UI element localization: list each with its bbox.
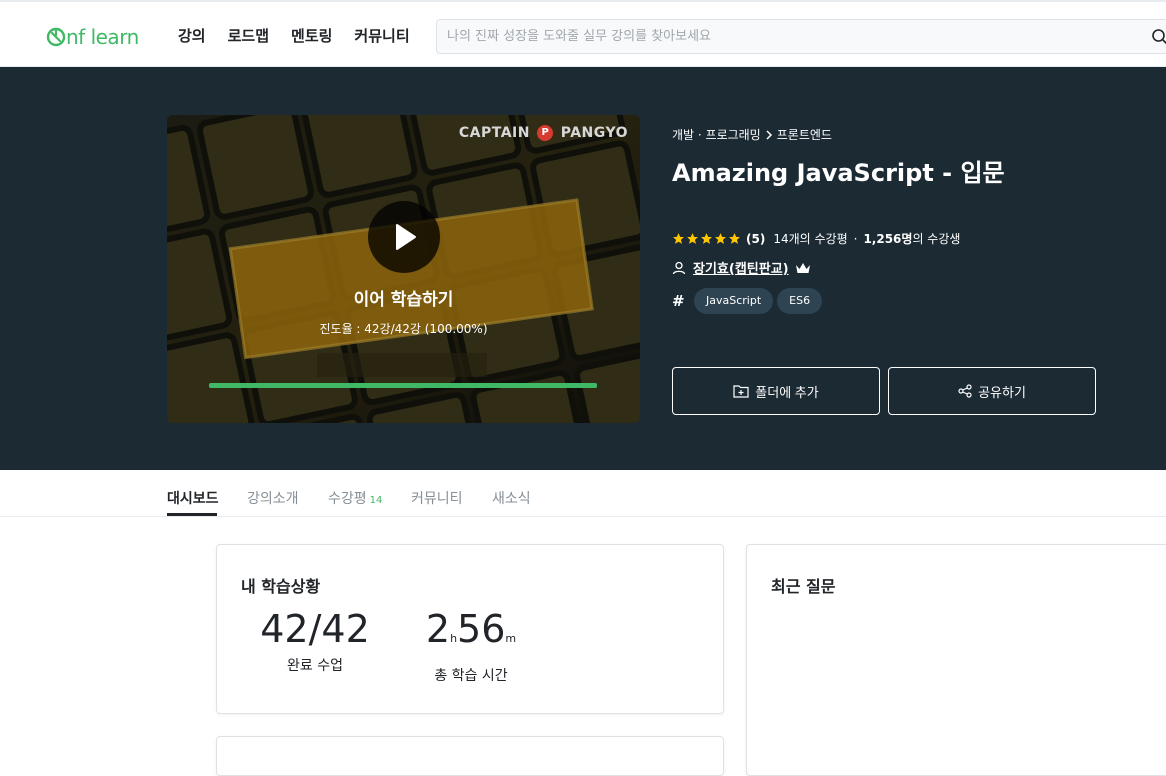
nav-courses[interactable]: 강의 [178, 25, 206, 46]
tab-news[interactable]: 새소식 [492, 488, 531, 508]
breadcrumb-subcategory[interactable]: 프론트엔드 [777, 126, 832, 143]
tab-reviews[interactable]: 수강평14 [328, 488, 382, 508]
star-rating [672, 232, 741, 245]
review-count[interactable]: 14개의 수강평 [773, 230, 847, 247]
tag-javascript[interactable]: JavaScript [694, 288, 773, 314]
study-minutes: 56 [457, 607, 505, 651]
crown-icon [795, 261, 811, 275]
tab-dashboard[interactable]: 대시보드 [167, 488, 219, 508]
tab-reviews-label: 수강평 [328, 491, 367, 507]
instructor-name[interactable]: 장기효(캡틴판교) [693, 258, 789, 277]
share-icon [958, 384, 972, 398]
brand-text-1: CAPTAIN [459, 125, 530, 141]
user-icon [672, 261, 686, 275]
recent-questions-title: 최근 질문 [771, 573, 835, 597]
student-count: 1,256명 [863, 230, 912, 247]
student-count-suffix: 의 수강생 [912, 230, 960, 247]
breadcrumb-category[interactable]: 개발 · 프로그래밍 [672, 126, 761, 143]
hours-unit: h [450, 632, 457, 645]
top-header: nf learn 강의 로드맵 멘토링 커뮤니티 [0, 0, 1166, 67]
hashtag-icon: # [672, 292, 694, 310]
folder-plus-icon [733, 384, 749, 398]
rating-score: (5) [746, 232, 765, 246]
star-icon [686, 232, 699, 245]
learning-status-title: 내 학습상황 [241, 573, 320, 597]
brand-text-2: PANGYO [561, 125, 628, 141]
progress-bar [209, 383, 597, 388]
search-bar [436, 19, 1166, 54]
total-study-time-label: 총 학습 시간 [423, 665, 519, 685]
nav-mentoring[interactable]: 멘토링 [291, 25, 332, 46]
recent-questions-card: 최근 질문 [746, 544, 1166, 776]
add-to-folder-button[interactable]: 폴더에 추가 [672, 367, 880, 415]
tab-community[interactable]: 커뮤니티 [411, 488, 463, 508]
play-icon [395, 223, 417, 251]
search-icon[interactable] [1151, 28, 1166, 46]
minutes-unit: m [505, 632, 516, 645]
course-tabs: 대시보드 강의소개 수강평14 커뮤니티 새소식 [0, 470, 1166, 517]
star-icon [672, 232, 685, 245]
chevron-right-icon [764, 130, 774, 140]
completed-lessons-value: 42/42 [259, 607, 371, 651]
star-icon [728, 232, 741, 245]
instructor-row: 장기효(캡틴판교) [672, 258, 811, 277]
search-input[interactable] [437, 20, 1127, 53]
logo-mark: nf learn [46, 24, 158, 50]
learning-status-card: 내 학습상황 42/42 완료 수업 2h56m 총 학습 시간 [216, 544, 724, 714]
progress-text: 진도율 : 42강/42강 (100.00%) [167, 320, 640, 337]
add-to-folder-label: 폴더에 추가 [755, 382, 818, 401]
svg-text:nf learn: nf learn [66, 25, 139, 49]
total-study-time-stat: 2h56m 총 학습 시간 [423, 607, 519, 685]
breadcrumb: 개발 · 프로그래밍 프론트엔드 [672, 126, 832, 143]
total-study-time-value: 2h56m [423, 607, 519, 661]
captain-pangyo-brand: CAPTAIN P PANGYO [459, 125, 628, 141]
completed-lessons-stat: 42/42 완료 수업 [259, 607, 371, 675]
course-hero: CAPTAIN P PANGYO 이어 학습하기 진도율 : 42강/42강 (… [0, 67, 1166, 470]
continue-learning-label[interactable]: 이어 학습하기 [167, 285, 640, 310]
completed-lessons-label: 완료 수업 [259, 655, 371, 675]
nav-roadmap[interactable]: 로드맵 [228, 25, 269, 46]
star-icon [700, 232, 713, 245]
brand-mark: P [537, 125, 553, 141]
active-tab-indicator [167, 513, 217, 516]
tag-es6[interactable]: ES6 [777, 288, 822, 314]
tags-row: # JavaScript ES6 [672, 288, 826, 314]
nav-community[interactable]: 커뮤니티 [354, 25, 409, 46]
separator-dot: · [854, 232, 858, 246]
star-icon [714, 232, 727, 245]
study-hours: 2 [426, 607, 450, 651]
main-nav: 강의 로드맵 멘토링 커뮤니티 [178, 25, 432, 46]
play-button[interactable] [368, 201, 440, 273]
course-title: Amazing JavaScript - 입문 [672, 153, 1005, 188]
course-thumbnail[interactable]: CAPTAIN P PANGYO 이어 학습하기 진도율 : 42강/42강 (… [167, 115, 640, 423]
next-card [216, 736, 724, 776]
progress-bar-fill [209, 383, 597, 388]
review-count-badge: 14 [370, 495, 383, 506]
rating-row: (5) 14개의 수강평 · 1,256명 의 수강생 [672, 230, 960, 247]
share-label: 공유하기 [978, 382, 1026, 401]
inflearn-logo[interactable]: nf learn [46, 24, 158, 50]
share-button[interactable]: 공유하기 [888, 367, 1096, 415]
tab-course-intro[interactable]: 강의소개 [247, 488, 299, 508]
